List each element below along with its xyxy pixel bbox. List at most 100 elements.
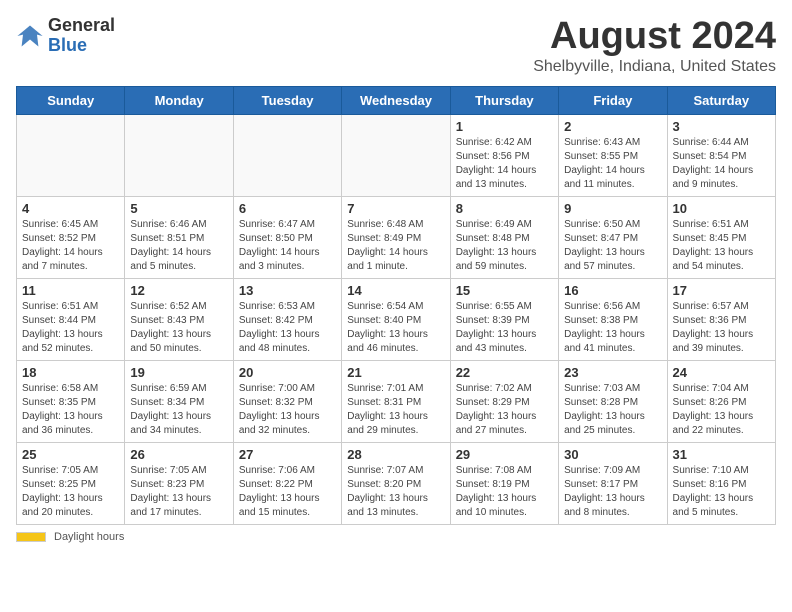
day-info: Sunrise: 6:59 AM Sunset: 8:34 PM Dayligh…: [130, 382, 227, 438]
calendar-cell: 10Sunrise: 6:51 AM Sunset: 8:45 PM Dayli…: [667, 196, 775, 278]
day-number: 3: [673, 119, 770, 134]
day-info: Sunrise: 7:10 AM Sunset: 8:16 PM Dayligh…: [673, 464, 770, 520]
calendar-cell: 4 Sunrise: 6:45 AM Sunset: 8:52 PM Daylig…: [17, 196, 125, 278]
calendar-header-wednesday: Wednesday: [342, 86, 450, 114]
calendar-cell: 28Sunrise: 7:07 AM Sunset: 8:20 PM Dayli…: [342, 442, 450, 524]
calendar-cell: 17 Sunrise: 6:57 AM Sunset: 8:36 PM Dayli…: [667, 278, 775, 360]
calendar-cell: 9Sunrise: 6:50 AM Sunset: 8:47 PM Daylig…: [559, 196, 667, 278]
calendar-week-row: 4 Sunrise: 6:45 AM Sunset: 8:52 PM Daylig…: [17, 196, 776, 278]
day-info: Sunrise: 6:50 AM Sunset: 8:47 PM Dayligh…: [564, 218, 661, 274]
day-number: 13: [239, 283, 336, 298]
day-number: 26: [130, 447, 227, 462]
logo-blue: Blue: [48, 36, 115, 56]
day-number: 4: [22, 201, 119, 216]
calendar-cell: 5Sunrise: 6:46 AM Sunset: 8:51 PM Daylig…: [125, 196, 233, 278]
calendar-cell: 24 Sunrise: 7:04 AM Sunset: 8:26 PM Dayli…: [667, 360, 775, 442]
day-number: 18: [22, 365, 119, 380]
day-info: Sunrise: 6:44 AM Sunset: 8:54 PM Dayligh…: [673, 136, 770, 192]
calendar-cell: 6 Sunrise: 6:47 AM Sunset: 8:50 PM Daylig…: [233, 196, 341, 278]
calendar-cell: 3 Sunrise: 6:44 AM Sunset: 8:54 PM Daylig…: [667, 114, 775, 196]
logo-general: General: [48, 16, 115, 36]
calendar-cell: 8 Sunrise: 6:49 AM Sunset: 8:48 PM Daylig…: [450, 196, 558, 278]
calendar-header-row: SundayMondayTuesdayWednesdayThursdayFrid…: [17, 86, 776, 114]
calendar-cell: 12 Sunrise: 6:52 AM Sunset: 8:43 PM Dayli…: [125, 278, 233, 360]
day-number: 24: [673, 365, 770, 380]
day-info: Sunrise: 7:07 AM Sunset: 8:20 PM Dayligh…: [347, 464, 444, 520]
day-number: 17: [673, 283, 770, 298]
day-info: Sunrise: 6:53 AM Sunset: 8:42 PM Dayligh…: [239, 300, 336, 356]
daylight-bar-icon: [16, 532, 46, 542]
day-info: Sunrise: 6:46 AM Sunset: 8:51 PM Dayligh…: [130, 218, 227, 274]
day-number: 6: [239, 201, 336, 216]
calendar-cell: 13 Sunrise: 6:53 AM Sunset: 8:42 PM Dayli…: [233, 278, 341, 360]
calendar-week-row: 11Sunrise: 6:51 AM Sunset: 8:44 PM Dayli…: [17, 278, 776, 360]
calendar-cell: [125, 114, 233, 196]
day-info: Sunrise: 7:05 AM Sunset: 8:25 PM Dayligh…: [22, 464, 119, 520]
calendar-header-monday: Monday: [125, 86, 233, 114]
logo: General Blue: [16, 16, 115, 56]
calendar-week-row: 1Sunrise: 6:42 AM Sunset: 8:56 PM Daylig…: [17, 114, 776, 196]
day-number: 20: [239, 365, 336, 380]
calendar-cell: 18Sunrise: 6:58 AM Sunset: 8:35 PM Dayli…: [17, 360, 125, 442]
day-info: Sunrise: 6:51 AM Sunset: 8:44 PM Dayligh…: [22, 300, 119, 356]
calendar-cell: 30 Sunrise: 7:09 AM Sunset: 8:17 PM Dayli…: [559, 442, 667, 524]
day-info: Sunrise: 7:06 AM Sunset: 8:22 PM Dayligh…: [239, 464, 336, 520]
day-number: 12: [130, 283, 227, 298]
day-number: 8: [456, 201, 553, 216]
calendar-cell: 21Sunrise: 7:01 AM Sunset: 8:31 PM Dayli…: [342, 360, 450, 442]
day-number: 30: [564, 447, 661, 462]
day-info: Sunrise: 7:01 AM Sunset: 8:31 PM Dayligh…: [347, 382, 444, 438]
day-number: 22: [456, 365, 553, 380]
day-info: Sunrise: 7:04 AM Sunset: 8:26 PM Dayligh…: [673, 382, 770, 438]
day-number: 27: [239, 447, 336, 462]
day-info: Sunrise: 7:08 AM Sunset: 8:19 PM Dayligh…: [456, 464, 553, 520]
calendar-cell: 23Sunrise: 7:03 AM Sunset: 8:28 PM Dayli…: [559, 360, 667, 442]
calendar-cell: 2 Sunrise: 6:43 AM Sunset: 8:55 PM Daylig…: [559, 114, 667, 196]
day-info: Sunrise: 7:00 AM Sunset: 8:32 PM Dayligh…: [239, 382, 336, 438]
footer: Daylight hours: [16, 531, 776, 543]
calendar-header-thursday: Thursday: [450, 86, 558, 114]
day-info: Sunrise: 7:02 AM Sunset: 8:29 PM Dayligh…: [456, 382, 553, 438]
day-info: Sunrise: 6:52 AM Sunset: 8:43 PM Dayligh…: [130, 300, 227, 356]
day-info: Sunrise: 6:54 AM Sunset: 8:40 PM Dayligh…: [347, 300, 444, 356]
calendar-title: August 2024: [533, 16, 776, 58]
day-info: Sunrise: 6:56 AM Sunset: 8:38 PM Dayligh…: [564, 300, 661, 356]
calendar-header-tuesday: Tuesday: [233, 86, 341, 114]
title-area: August 2024 Shelbyville, Indiana, United…: [533, 16, 776, 76]
day-number: 2: [564, 119, 661, 134]
calendar-header-saturday: Saturday: [667, 86, 775, 114]
day-info: Sunrise: 6:49 AM Sunset: 8:48 PM Dayligh…: [456, 218, 553, 274]
day-number: 15: [456, 283, 553, 298]
calendar-cell: 19 Sunrise: 6:59 AM Sunset: 8:34 PM Dayli…: [125, 360, 233, 442]
day-number: 19: [130, 365, 227, 380]
calendar-cell: 31 Sunrise: 7:10 AM Sunset: 8:16 PM Dayli…: [667, 442, 775, 524]
day-info: Sunrise: 6:45 AM Sunset: 8:52 PM Dayligh…: [22, 218, 119, 274]
day-info: Sunrise: 6:57 AM Sunset: 8:36 PM Dayligh…: [673, 300, 770, 356]
calendar-cell: 11Sunrise: 6:51 AM Sunset: 8:44 PM Dayli…: [17, 278, 125, 360]
header: General Blue August 2024 Shelbyville, In…: [16, 16, 776, 76]
calendar-cell: [233, 114, 341, 196]
calendar-cell: 7Sunrise: 6:48 AM Sunset: 8:49 PM Daylig…: [342, 196, 450, 278]
day-info: Sunrise: 6:55 AM Sunset: 8:39 PM Dayligh…: [456, 300, 553, 356]
calendar-cell: [17, 114, 125, 196]
calendar-cell: 27 Sunrise: 7:06 AM Sunset: 8:22 PM Dayli…: [233, 442, 341, 524]
day-info: Sunrise: 7:09 AM Sunset: 8:17 PM Dayligh…: [564, 464, 661, 520]
calendar-cell: 26Sunrise: 7:05 AM Sunset: 8:23 PM Dayli…: [125, 442, 233, 524]
calendar-header-friday: Friday: [559, 86, 667, 114]
day-info: Sunrise: 6:48 AM Sunset: 8:49 PM Dayligh…: [347, 218, 444, 274]
day-info: Sunrise: 6:43 AM Sunset: 8:55 PM Dayligh…: [564, 136, 661, 192]
calendar-header-sunday: Sunday: [17, 86, 125, 114]
calendar-cell: 16Sunrise: 6:56 AM Sunset: 8:38 PM Dayli…: [559, 278, 667, 360]
calendar-cell: 29Sunrise: 7:08 AM Sunset: 8:19 PM Dayli…: [450, 442, 558, 524]
day-info: Sunrise: 6:47 AM Sunset: 8:50 PM Dayligh…: [239, 218, 336, 274]
day-number: 31: [673, 447, 770, 462]
day-number: 23: [564, 365, 661, 380]
logo-text: General Blue: [48, 16, 115, 56]
calendar-cell: 20 Sunrise: 7:00 AM Sunset: 8:32 PM Dayli…: [233, 360, 341, 442]
calendar-table: SundayMondayTuesdayWednesdayThursdayFrid…: [16, 86, 776, 525]
calendar-cell: 25Sunrise: 7:05 AM Sunset: 8:25 PM Dayli…: [17, 442, 125, 524]
calendar-week-row: 25Sunrise: 7:05 AM Sunset: 8:25 PM Dayli…: [17, 442, 776, 524]
day-info: Sunrise: 6:42 AM Sunset: 8:56 PM Dayligh…: [456, 136, 553, 192]
calendar-cell: 14 Sunrise: 6:54 AM Sunset: 8:40 PM Dayli…: [342, 278, 450, 360]
day-number: 14: [347, 283, 444, 298]
